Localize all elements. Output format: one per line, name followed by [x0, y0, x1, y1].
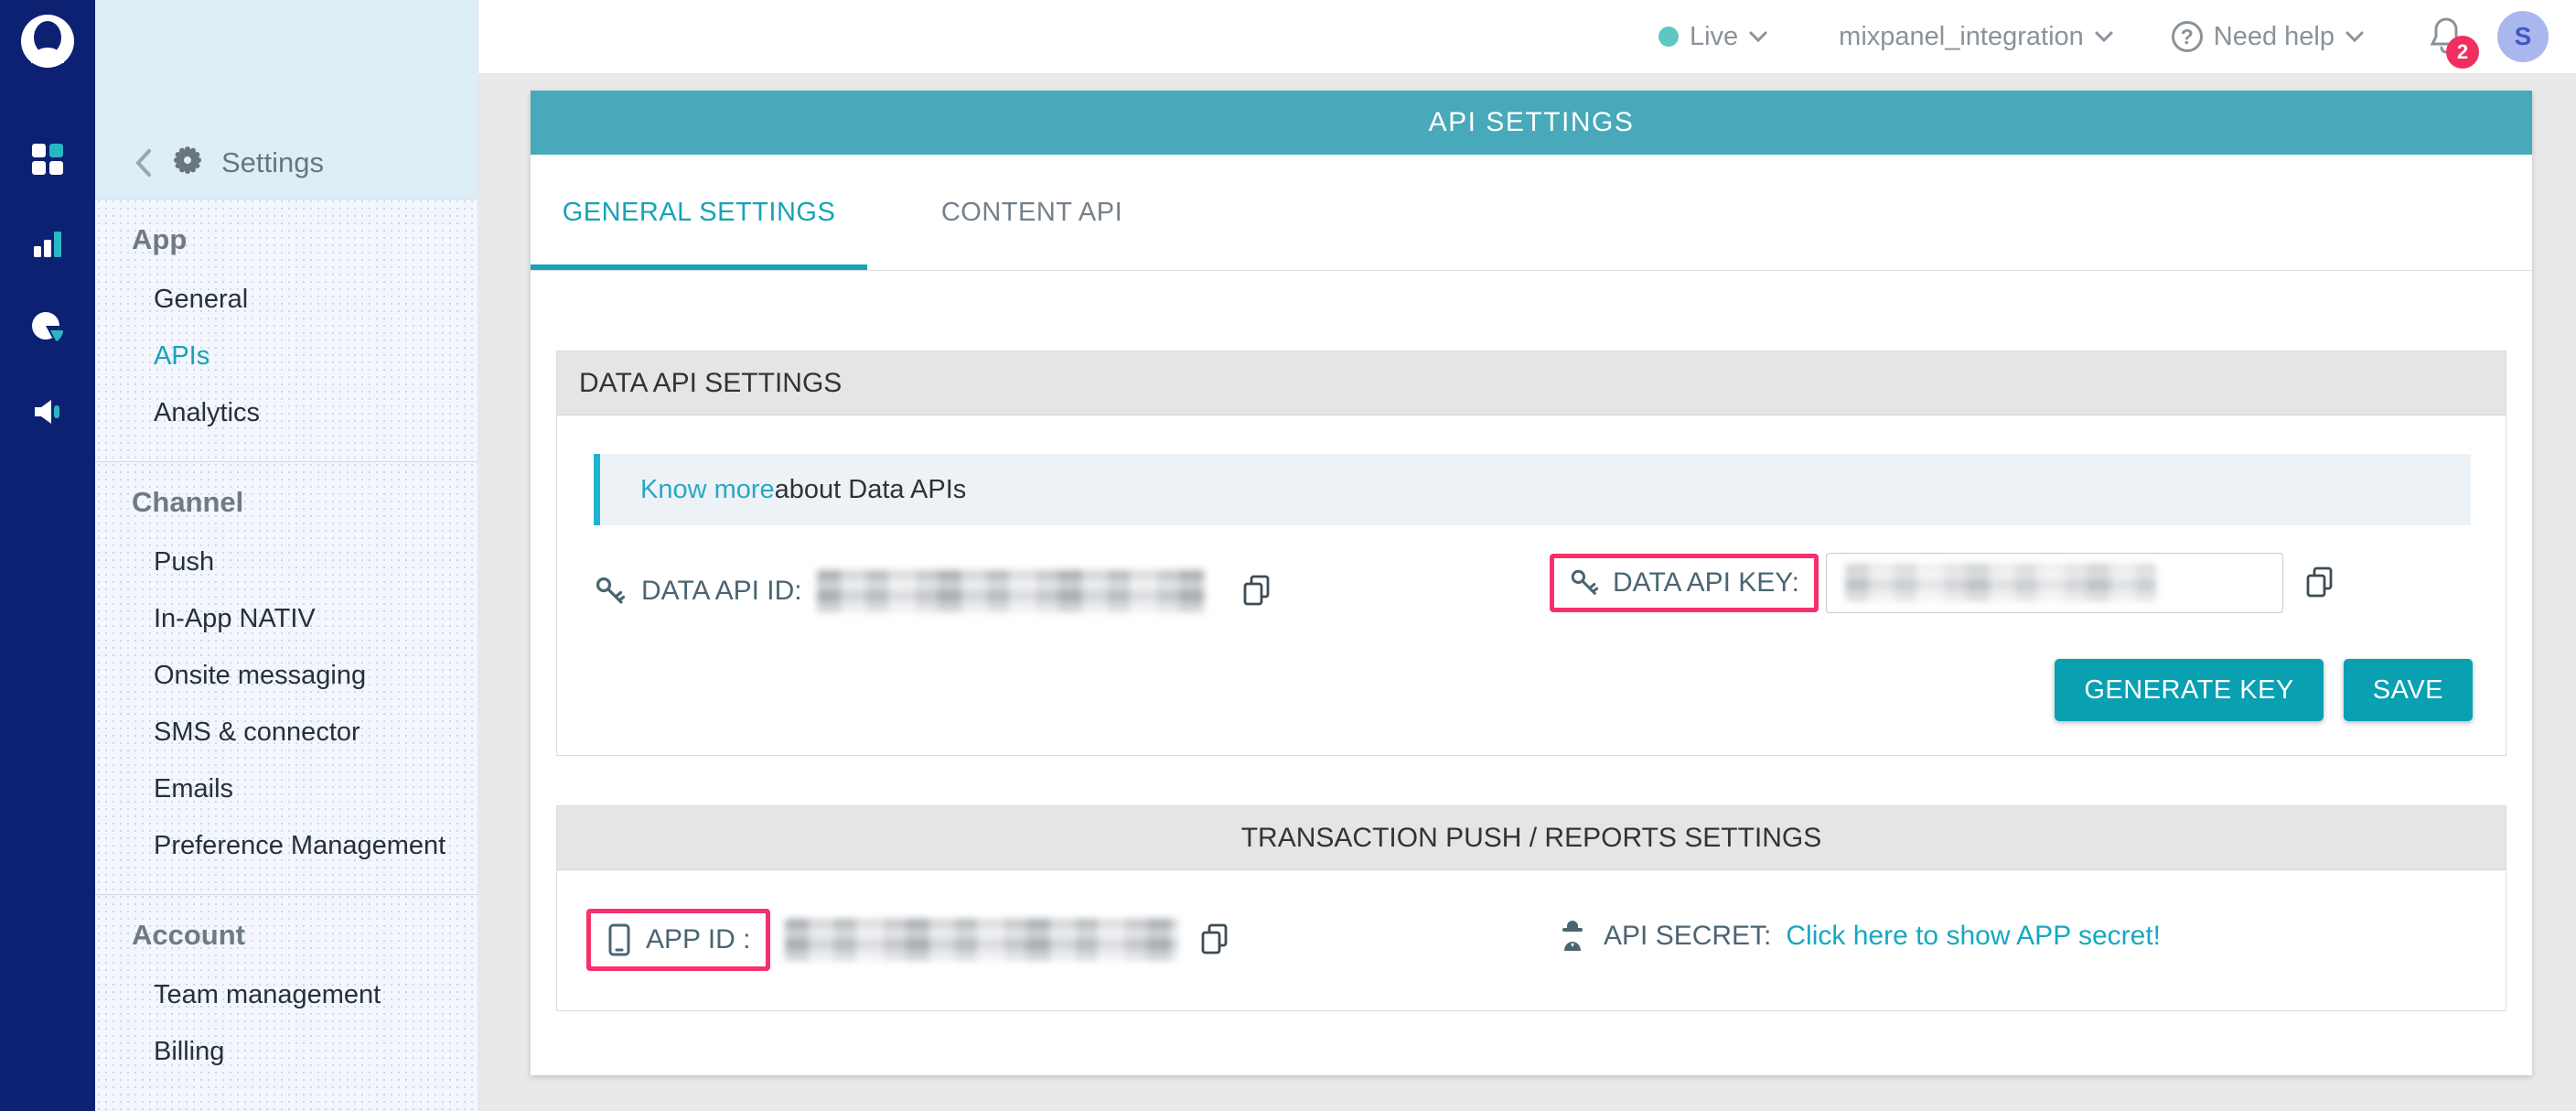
know-more-link[interactable]: Know more [640, 475, 775, 505]
data-api-key-value-redacted [1845, 565, 2156, 601]
sidebar-item-inapp-nativ[interactable]: In-App NATIV [95, 590, 478, 647]
environment-label: Live [1690, 22, 1738, 52]
megaphone-icon[interactable] [29, 394, 66, 430]
section-label: Account [95, 917, 478, 954]
secret-agent-icon [1556, 918, 1589, 955]
data-api-id-value-redacted [817, 570, 1206, 612]
notice-text: about Data APIs [775, 475, 967, 505]
sidebar-item-preference-management[interactable]: Preference Management [95, 817, 478, 874]
sidebar-item-billing[interactable]: Billing [95, 1023, 478, 1080]
phone-icon [606, 922, 633, 957]
sidebar-item-sms-connector[interactable]: SMS & connector [95, 704, 478, 760]
primary-nav-rail [0, 0, 95, 1111]
gear-icon [172, 145, 203, 180]
api-secret-row: API SECRET: Click here to show APP secre… [1556, 918, 2161, 955]
app-root: Settings App General APIs Analytics Chan… [0, 0, 2576, 1111]
chevron-down-icon [2095, 31, 2113, 42]
sidebar-item-apis[interactable]: APIs [95, 328, 478, 384]
tab-content-api[interactable]: CONTENT API [895, 155, 1169, 270]
workspace-selector[interactable]: mixpanel_integration [1839, 22, 2113, 52]
copy-icon[interactable] [2303, 565, 2338, 601]
data-api-settings-section: DATA API SETTINGS Know more about Data A… [556, 351, 2506, 756]
page-title: API SETTINGS [531, 91, 2532, 155]
api-settings-card: API SETTINGS GENERAL SETTINGS CONTENT AP… [531, 91, 2532, 1075]
help-menu[interactable]: ? Need help [2172, 21, 2364, 52]
data-api-settings-body: Know more about Data APIs DATA API ID: [557, 415, 2506, 755]
copy-icon[interactable] [1240, 573, 1275, 609]
api-secret-label: API SECRET: [1604, 921, 1771, 952]
key-icon [594, 575, 627, 608]
data-api-key-label: DATA API KEY: [1613, 567, 1799, 599]
brand-logo[interactable] [21, 15, 74, 68]
sidebar-item-team-management[interactable]: Team management [95, 966, 478, 1023]
top-bar: Live mixpanel_integration ? Need help 2 … [478, 0, 2576, 74]
notifications-button[interactable]: 2 [2428, 15, 2464, 59]
section-label: Channel [95, 484, 478, 521]
section-title: TRANSACTION PUSH / REPORTS SETTINGS [557, 806, 2506, 870]
sidebar-item-onsite-messaging[interactable]: Onsite messaging [95, 647, 478, 704]
environment-selector[interactable]: Live [1658, 22, 1767, 52]
app-id-highlight-box: APP ID : [586, 909, 770, 971]
chevron-down-icon [1749, 31, 1767, 42]
data-api-key-group: DATA API KEY: [1550, 553, 2338, 613]
section-title: DATA API SETTINGS [557, 351, 2506, 415]
know-more-notice: Know more about Data APIs [594, 454, 2471, 525]
generate-key-button[interactable]: GENERATE KEY [2055, 659, 2323, 721]
data-api-key-input[interactable] [1826, 553, 2283, 613]
sidebar-section-channel: Channel Push In-App NATIV Onsite messagi… [95, 462, 478, 895]
workspace-name: mixpanel_integration [1839, 22, 2084, 52]
sidebar-title: Settings [221, 146, 324, 179]
copy-icon[interactable] [1198, 922, 1233, 958]
section-label: App [95, 221, 478, 258]
live-dot [1658, 27, 1679, 47]
sidebar-item-push[interactable]: Push [95, 534, 478, 590]
bar-chart-icon[interactable] [29, 225, 66, 262]
transaction-push-section: TRANSACTION PUSH / REPORTS SETTINGS APP … [556, 805, 2506, 1011]
app-id-value-redacted [785, 919, 1178, 961]
show-app-secret-link[interactable]: Click here to show APP secret! [1786, 921, 2161, 952]
data-api-actions: GENERATE KEY SAVE [2055, 659, 2473, 721]
sidebar-item-emails[interactable]: Emails [95, 760, 478, 817]
rail-icon-list [0, 141, 95, 430]
settings-sidebar: Settings App General APIs Analytics Chan… [95, 0, 478, 1111]
data-api-id-label: DATA API ID: [641, 576, 802, 607]
sidebar-item-analytics[interactable]: Analytics [95, 384, 478, 441]
sidebar-section-app: App General APIs Analytics [95, 200, 478, 462]
grid-icon[interactable] [29, 141, 66, 178]
notification-badge: 2 [2446, 36, 2479, 69]
sidebar-header: Settings [95, 0, 478, 200]
key-icon [1569, 567, 1600, 599]
app-id-row: APP ID : [586, 909, 1233, 971]
pie-chart-icon[interactable] [29, 309, 66, 346]
tab-general-settings[interactable]: GENERAL SETTINGS [531, 155, 867, 270]
sidebar-section-account: Account Team management Billing [95, 895, 478, 1100]
sidebar-nav: App General APIs Analytics Channel Push … [95, 200, 478, 1100]
data-api-id-row: DATA API ID: [594, 562, 1275, 620]
data-api-key-highlight-box: DATA API KEY: [1550, 554, 1819, 612]
chevron-left-icon[interactable] [134, 147, 154, 178]
sidebar-item-general[interactable]: General [95, 271, 478, 328]
save-button[interactable]: SAVE [2344, 659, 2473, 721]
app-id-label: APP ID : [646, 924, 751, 955]
avatar[interactable]: S [2497, 11, 2549, 62]
help-label: Need help [2214, 22, 2334, 52]
tab-bar: GENERAL SETTINGS CONTENT API [531, 155, 2532, 271]
question-circle-icon: ? [2172, 21, 2203, 52]
chevron-down-icon [2345, 31, 2364, 42]
transaction-push-body: APP ID : API SECRET: Click here to show … [557, 870, 2506, 1010]
main-content: API SETTINGS GENERAL SETTINGS CONTENT AP… [478, 74, 2576, 1111]
